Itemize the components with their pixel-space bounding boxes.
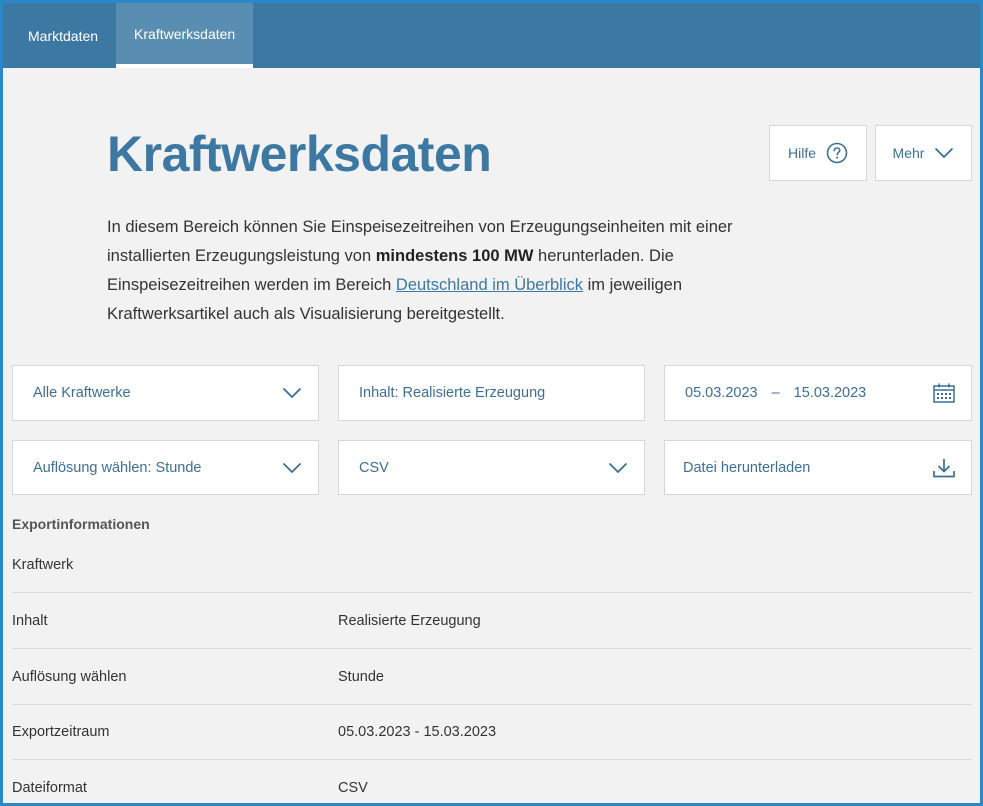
help-label: Hilfe: [787, 145, 816, 161]
export-row-label: Exportzeitraum: [12, 723, 110, 740]
top-navigation: Marktdaten Kraftwerksdaten: [3, 3, 980, 68]
date-from: 05.03.2023: [685, 385, 758, 401]
chevron-down-icon: [935, 147, 954, 159]
chevron-down-icon: [608, 462, 628, 474]
more-label: Mehr: [892, 145, 925, 161]
resolution-select-value: Auflösung wählen: Stunde: [33, 459, 202, 476]
tab-kraftwerksdaten[interactable]: Kraftwerksdaten: [116, 3, 254, 68]
download-button[interactable]: Datei herunterladen: [664, 440, 972, 495]
plant-select[interactable]: Alle Kraftwerke: [12, 365, 319, 421]
format-select[interactable]: CSV: [338, 440, 645, 495]
more-button[interactable]: Mehr: [875, 125, 972, 181]
page-title: Kraftwerksdaten: [107, 126, 492, 182]
export-row-dateiformat: Dateiformat CSV: [12, 760, 972, 803]
export-row-label: Auflösung wählen: [12, 668, 127, 685]
export-row-value: CSV: [338, 780, 368, 796]
date-separator: –: [771, 385, 780, 401]
export-heading: Exportinformationen: [12, 516, 150, 532]
export-row-label: Inhalt: [12, 612, 48, 629]
export-row-value: 05.03.2023 - 15.03.2023: [338, 723, 497, 740]
export-row-value: Stunde: [338, 668, 384, 685]
intro-text: In diesem Bereich können Sie Einspeiseze…: [107, 213, 787, 329]
question-circle-icon: [826, 142, 848, 164]
download-label: Datei herunterladen: [683, 459, 811, 476]
export-row-label: Dateiformat: [12, 780, 87, 796]
content-select[interactable]: Inhalt: Realisierte Erzeugung: [338, 365, 645, 421]
chevron-down-icon: [282, 462, 302, 474]
tab-marktdaten[interactable]: Marktdaten: [3, 3, 116, 68]
calendar-icon[interactable]: [933, 383, 955, 403]
help-button[interactable]: Hilfe: [769, 125, 867, 181]
page-frame: Marktdaten Kraftwerksdaten Kraftwerksdat…: [0, 0, 983, 806]
export-row-exportzeitraum: Exportzeitraum 05.03.2023 - 15.03.2023: [12, 704, 972, 760]
intro-bold: mindestens 100 MW: [375, 247, 534, 265]
export-row-kraftwerk: Kraftwerk: [12, 537, 972, 593]
content-select-value: Inhalt: Realisierte Erzeugung: [359, 385, 546, 401]
deutschland-link[interactable]: Deutschland im Überblick: [396, 276, 583, 294]
resolution-select[interactable]: Auflösung wählen: Stunde: [12, 440, 319, 495]
plant-select-value: Alle Kraftwerke: [33, 385, 131, 401]
export-row-inhalt: Inhalt Realisierte Erzeugung: [12, 593, 972, 649]
date-to: 15.03.2023: [793, 385, 867, 401]
format-select-value: CSV: [359, 459, 389, 476]
download-icon: [933, 458, 955, 478]
export-row-aufloesung: Auflösung wählen Stunde: [12, 649, 972, 705]
export-row-label: Kraftwerk: [12, 556, 74, 573]
date-range-picker[interactable]: 05.03.2023 – 15.03.2023: [664, 365, 972, 421]
export-row-value: Realisierte Erzeugung: [338, 612, 481, 629]
chevron-down-icon: [282, 387, 302, 399]
